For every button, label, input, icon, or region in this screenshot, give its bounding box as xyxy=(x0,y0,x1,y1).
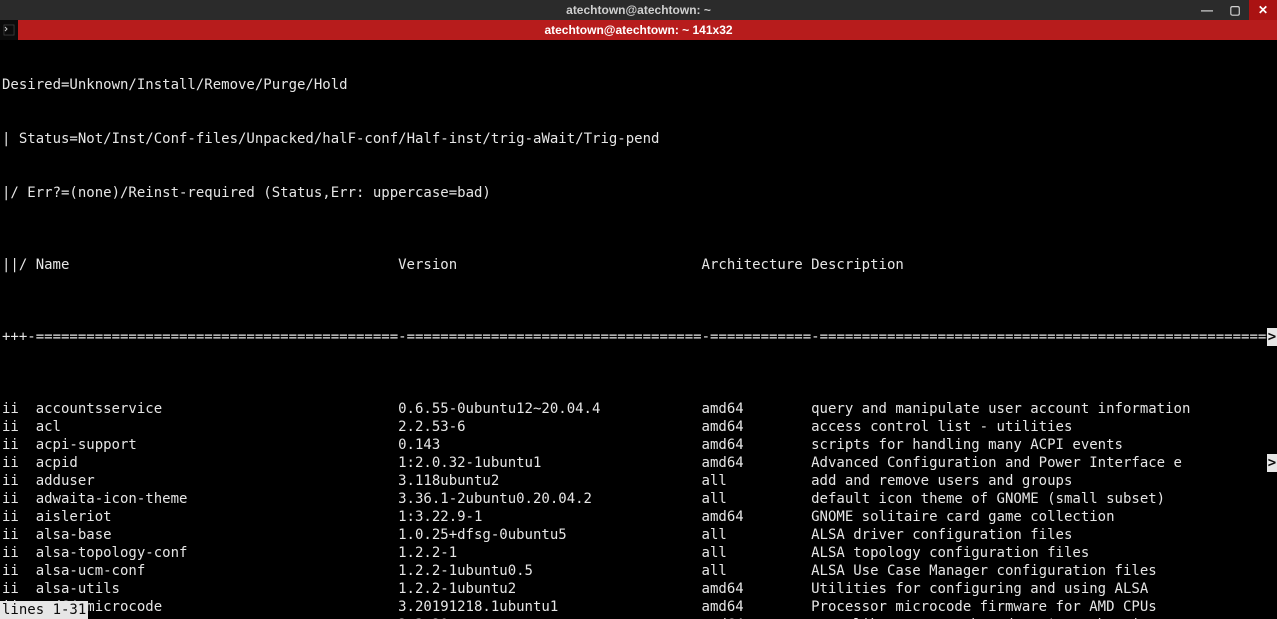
pkg-status: ii xyxy=(2,400,36,418)
maximize-icon[interactable]: ▢ xyxy=(1221,0,1249,20)
pkg-desc: ALSA Use Case Manager configuration file… xyxy=(811,562,1157,580)
pkg-name: aisleriot xyxy=(36,508,398,526)
pkg-version: 3.118ubuntu2 xyxy=(398,472,701,490)
pkg-name: alsa-utils xyxy=(36,580,398,598)
pkg-arch: amd64 xyxy=(702,418,812,436)
pkg-version: 1.0.25+dfsg-0ubuntu5 xyxy=(398,526,701,544)
pkg-desc: Utilities for configuring and using ALSA xyxy=(811,580,1148,598)
pkg-name: adduser xyxy=(36,472,398,490)
terminal-view[interactable]: Desired=Unknown/Install/Remove/Purge/Hol… xyxy=(0,40,1277,619)
outer-window-title: atechtown@atechtown: ~ xyxy=(566,3,711,17)
pkg-version: 1.2.2-1 xyxy=(398,544,701,562)
col-version: Version xyxy=(398,256,701,274)
pkg-arch: amd64 xyxy=(702,400,812,418)
pkg-status: ii xyxy=(2,436,36,454)
package-row: iiaccountsservice0.6.55-0ubuntu12~20.04.… xyxy=(0,400,1277,418)
package-row: iialsa-utils1.2.2-1ubuntu2amd64Utilities… xyxy=(0,580,1277,598)
pkg-arch: all xyxy=(702,562,812,580)
pkg-arch: amd64 xyxy=(702,598,812,616)
terminal-titlebar: atechtown@atechtown: ~ 141x32 xyxy=(0,20,1277,40)
pkg-desc: ALSA topology configuration files xyxy=(811,544,1089,562)
package-row: iiaisleriot1:3.22.9-1amd64GNOME solitair… xyxy=(0,508,1277,526)
pkg-arch: amd64 xyxy=(702,436,812,454)
pkg-name: alsa-ucm-conf xyxy=(36,562,398,580)
pkg-name: acpid xyxy=(36,454,398,472)
pkg-arch: all xyxy=(702,490,812,508)
dpkg-legend-3: |/ Err?=(none)/Reinst-required (Status,E… xyxy=(0,184,1277,202)
col-arch: Architecture xyxy=(702,256,812,274)
pkg-status: ii xyxy=(2,562,36,580)
truncation-icon: > xyxy=(1267,328,1277,346)
pkg-version: 0.143 xyxy=(398,436,701,454)
pkg-desc: GNOME solitaire card game collection xyxy=(811,508,1114,526)
pkg-version: 1.2.2-1ubuntu2 xyxy=(398,580,701,598)
package-row: iiamd64-microcode3.20191218.1ubuntu1amd6… xyxy=(0,598,1277,616)
outer-window-titlebar: atechtown@atechtown: ~ — ▢ ✕ xyxy=(0,0,1277,20)
pager-status: lines 1-31 xyxy=(0,601,88,619)
package-row: iiacl2.2.53-6amd64access control list - … xyxy=(0,418,1277,436)
dpkg-legend-1: Desired=Unknown/Install/Remove/Purge/Hol… xyxy=(0,76,1277,94)
pkg-arch: all xyxy=(702,526,812,544)
pkg-status: ii xyxy=(2,508,36,526)
package-row: iialsa-topology-conf1.2.2-1allALSA topol… xyxy=(0,544,1277,562)
pkg-desc: access control list - utilities xyxy=(811,418,1072,436)
close-icon[interactable]: ✕ xyxy=(1249,0,1277,20)
pkg-desc: scripts for handling many ACPI events xyxy=(811,436,1123,454)
terminal-app-icon xyxy=(0,20,18,40)
pkg-status: ii xyxy=(2,490,36,508)
dpkg-legend-2: | Status=Not/Inst/Conf-files/Unpacked/ha… xyxy=(0,130,1277,148)
pkg-desc: Advanced Configuration and Power Interfa… xyxy=(811,454,1182,472)
pkg-arch: amd64 xyxy=(702,580,812,598)
pkg-name: amd64-microcode xyxy=(36,598,398,616)
pkg-status: ii xyxy=(2,454,36,472)
pkg-version: 3.36.1-2ubuntu0.20.04.2 xyxy=(398,490,701,508)
minimize-icon[interactable]: — xyxy=(1193,0,1221,20)
pkg-version: 0.6.55-0ubuntu12~20.04.4 xyxy=(398,400,701,418)
pkg-name: acl xyxy=(36,418,398,436)
pkg-status: ii xyxy=(2,526,36,544)
pkg-arch: all xyxy=(702,544,812,562)
pkg-status: ii xyxy=(2,544,36,562)
pkg-version: 1:3.22.9-1 xyxy=(398,508,701,526)
col-name: Name xyxy=(36,256,398,274)
pkg-version: 1:2.0.32-1ubuntu1 xyxy=(398,454,701,472)
pkg-name: alsa-topology-conf xyxy=(36,544,398,562)
pkg-desc: Processor microcode firmware for AMD CPU… xyxy=(811,598,1157,616)
package-row: iialsa-base1.0.25+dfsg-0ubuntu5allALSA d… xyxy=(0,526,1277,544)
pkg-name: alsa-base xyxy=(36,526,398,544)
pkg-version: 3.20191218.1ubuntu1 xyxy=(398,598,701,616)
col-status: ||/ xyxy=(2,256,36,274)
package-row: iiacpi-support0.143amd64scripts for hand… xyxy=(0,436,1277,454)
pkg-status: ii xyxy=(2,472,36,490)
pkg-desc: default icon theme of GNOME (small subse… xyxy=(811,490,1165,508)
pkg-arch: amd64 xyxy=(702,454,812,472)
package-row: iialsa-ucm-conf1.2.2-1ubuntu0.5allALSA U… xyxy=(0,562,1277,580)
pkg-name: acpi-support xyxy=(36,436,398,454)
pkg-desc: add and remove users and groups xyxy=(811,472,1072,490)
col-desc: Description xyxy=(811,256,904,274)
package-row: iiacpid1:2.0.32-1ubuntu1amd64Advanced Co… xyxy=(0,454,1277,472)
pkg-desc: query and manipulate user account inform… xyxy=(811,400,1190,418)
pkg-arch: all xyxy=(702,472,812,490)
pkg-version: 1.2.2-1ubuntu0.5 xyxy=(398,562,701,580)
pkg-arch: amd64 xyxy=(702,508,812,526)
pkg-name: accountsservice xyxy=(36,400,398,418)
column-header-row: ||/NameVersionArchitectureDescription xyxy=(0,256,1277,274)
terminal-title: atechtown@atechtown: ~ 141x32 xyxy=(544,23,732,37)
pkg-version: 2.2.53-6 xyxy=(398,418,701,436)
pkg-name: adwaita-icon-theme xyxy=(36,490,398,508)
truncation-icon: > xyxy=(1267,454,1277,472)
package-row: iiadduser3.118ubuntu2alladd and remove u… xyxy=(0,472,1277,490)
package-row: iiadwaita-icon-theme3.36.1-2ubuntu0.20.0… xyxy=(0,490,1277,508)
pkg-desc: ALSA driver configuration files xyxy=(811,526,1072,544)
pkg-status: ii xyxy=(2,418,36,436)
header-rule: +++-====================================… xyxy=(0,328,1277,346)
pkg-status: ii xyxy=(2,580,36,598)
